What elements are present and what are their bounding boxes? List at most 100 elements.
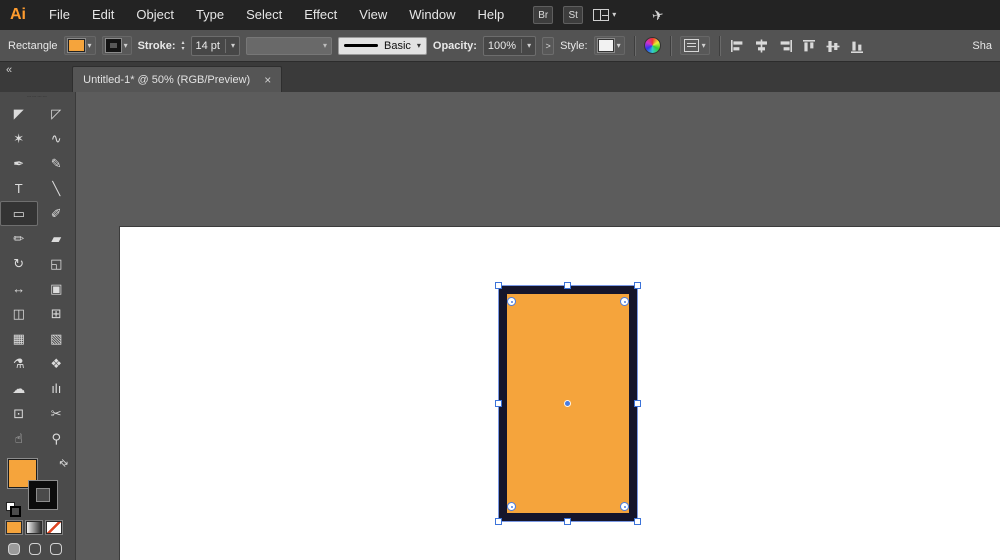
curvature-icon: ✎ bbox=[51, 157, 62, 170]
stroke-weight-select[interactable]: 14 pt ▾ bbox=[191, 36, 240, 56]
close-tab-icon[interactable]: × bbox=[264, 73, 271, 87]
hand-tool[interactable]: ☝ bbox=[0, 426, 38, 451]
handle-middle-left[interactable] bbox=[495, 400, 502, 407]
width-icon: ↔ bbox=[12, 282, 25, 295]
handle-bottom-center[interactable] bbox=[564, 518, 571, 525]
free-transform-tool[interactable]: ▣ bbox=[38, 276, 76, 301]
center-point[interactable] bbox=[565, 401, 570, 406]
lasso-tool[interactable]: ∿ bbox=[38, 126, 76, 151]
width-tool[interactable]: ↔ bbox=[0, 276, 38, 301]
stroke-weight-stepper[interactable]: ▴ ▾ bbox=[181, 40, 184, 52]
menu-item-window[interactable]: Window bbox=[398, 0, 466, 30]
align-center-vertical-button[interactable] bbox=[825, 37, 843, 55]
fill-color-dropdown[interactable]: ▾ bbox=[64, 36, 96, 55]
selected-rectangle[interactable] bbox=[499, 286, 637, 521]
handle-bottom-right[interactable] bbox=[634, 518, 641, 525]
canvas-area[interactable] bbox=[76, 92, 1000, 560]
corner-widget-top-left[interactable] bbox=[507, 297, 516, 306]
corner-widget-bottom-right[interactable] bbox=[620, 502, 629, 511]
slice-tool[interactable]: ✂ bbox=[38, 401, 76, 426]
gradient-tool[interactable]: ▧ bbox=[38, 326, 76, 351]
corner-widget-bottom-left[interactable] bbox=[507, 502, 516, 511]
document-setup-dropdown[interactable]: ▾ bbox=[680, 36, 710, 55]
lasso-icon: ∿ bbox=[51, 132, 62, 145]
menu-item-select[interactable]: Select bbox=[235, 0, 293, 30]
column-graph-tool[interactable]: ılı bbox=[38, 376, 76, 401]
app-logo: Ai bbox=[0, 6, 38, 24]
default-fill-stroke-icon[interactable] bbox=[6, 502, 19, 515]
eyedropper-tool[interactable]: ⚗ bbox=[0, 351, 38, 376]
shape-builder-tool[interactable]: ◫ bbox=[0, 301, 38, 326]
align-top-icon bbox=[802, 39, 817, 53]
workspace-switcher[interactable]: ▾ bbox=[593, 9, 616, 21]
line-segment-tool[interactable]: ╲ bbox=[38, 176, 76, 201]
handle-top-right[interactable] bbox=[634, 282, 641, 289]
handle-middle-right[interactable] bbox=[634, 400, 641, 407]
shape-label-truncated: Sha bbox=[972, 40, 992, 52]
curvature-tool[interactable]: ✎ bbox=[38, 151, 76, 176]
direct-selection-tool[interactable]: ◸ bbox=[38, 101, 76, 126]
mesh-tool[interactable]: ▦ bbox=[0, 326, 38, 351]
magic-wand-tool[interactable]: ✶ bbox=[0, 126, 38, 151]
rotate-tool[interactable]: ↻ bbox=[0, 251, 38, 276]
align-left-button[interactable] bbox=[729, 37, 747, 55]
menu-item-type[interactable]: Type bbox=[185, 0, 235, 30]
align-center-vertical-icon bbox=[826, 39, 841, 53]
paintbrush-tool[interactable]: ✐ bbox=[38, 201, 76, 226]
document-icon bbox=[684, 39, 699, 52]
field-divider bbox=[521, 39, 522, 53]
share-icon[interactable]: ✈ bbox=[651, 5, 666, 24]
artboard-icon: ⊡ bbox=[13, 407, 24, 420]
selection-tool[interactable]: ◤ bbox=[0, 101, 38, 126]
document-tab[interactable]: Untitled-1* @ 50% (RGB/Preview) × bbox=[72, 66, 282, 92]
blend-tool[interactable]: ❖ bbox=[38, 351, 76, 376]
gradient-mode-button[interactable] bbox=[26, 521, 42, 534]
menu-item-effect[interactable]: Effect bbox=[293, 0, 348, 30]
stroke-color-dropdown[interactable]: ▾ bbox=[102, 36, 132, 55]
type-tool[interactable]: T bbox=[0, 176, 38, 201]
opacity-select[interactable]: 100% ▾ bbox=[483, 36, 536, 56]
eraser-tool[interactable]: ▰ bbox=[38, 226, 76, 251]
align-bottom-button[interactable] bbox=[849, 37, 867, 55]
menu-item-edit[interactable]: Edit bbox=[81, 0, 125, 30]
zoom-tool[interactable]: ⚲ bbox=[38, 426, 76, 451]
screen-mode-fullscreen-menu-button[interactable] bbox=[29, 543, 41, 555]
handle-bottom-left[interactable] bbox=[495, 518, 502, 525]
menu-item-object[interactable]: Object bbox=[125, 0, 185, 30]
align-center-horizontal-button[interactable] bbox=[753, 37, 771, 55]
symbol-sprayer-tool[interactable]: ☁ bbox=[0, 376, 38, 401]
graphic-style-dropdown[interactable]: ▾ bbox=[594, 36, 625, 55]
handle-top-left[interactable] bbox=[495, 282, 502, 289]
corner-widget-top-right[interactable] bbox=[620, 297, 629, 306]
control-bar: Rectangle ▾ ▾ Stroke: ▴ ▾ 14 pt ▾ ▾ Basi… bbox=[0, 30, 1000, 62]
perspective-grid-tool[interactable]: ⊞ bbox=[38, 301, 76, 326]
align-top-button[interactable] bbox=[801, 37, 819, 55]
chevron-down-icon: ▾ bbox=[88, 42, 92, 50]
align-right-button[interactable] bbox=[777, 37, 795, 55]
screen-mode-normal-button[interactable] bbox=[8, 543, 20, 555]
menu-item-help[interactable]: Help bbox=[466, 0, 515, 30]
collapse-panels-button[interactable]: « bbox=[0, 62, 18, 78]
handle-top-center[interactable] bbox=[564, 282, 571, 289]
stock-button[interactable]: St bbox=[563, 6, 583, 24]
stroke-indicator[interactable] bbox=[29, 481, 57, 509]
tools-panel-grip[interactable]: ┄┄┄┄ bbox=[0, 92, 75, 101]
color-mode-button[interactable] bbox=[6, 521, 22, 534]
stepper-down-icon[interactable]: ▾ bbox=[181, 46, 184, 52]
screen-mode-fullscreen-button[interactable] bbox=[50, 543, 62, 555]
rectangle-tool[interactable]: ▭ bbox=[0, 201, 38, 226]
brush-definition-dropdown[interactable]: Basic ▾ bbox=[338, 37, 427, 55]
pencil-tool[interactable]: ✏ bbox=[0, 226, 38, 251]
stroke-weight-value: 14 pt bbox=[196, 40, 220, 52]
artboard-tool[interactable]: ⊡ bbox=[0, 401, 38, 426]
menu-item-file[interactable]: File bbox=[38, 0, 81, 30]
recolor-artwork-icon[interactable] bbox=[644, 37, 661, 54]
swap-fill-stroke-icon[interactable]: ⇄ bbox=[56, 457, 70, 471]
opacity-panel-button[interactable]: > bbox=[542, 37, 554, 55]
width-profile-dropdown[interactable]: ▾ bbox=[246, 37, 332, 55]
scale-tool[interactable]: ◱ bbox=[38, 251, 76, 276]
pen-tool[interactable]: ✒ bbox=[0, 151, 38, 176]
bridge-button[interactable]: Br bbox=[533, 6, 553, 24]
menu-item-view[interactable]: View bbox=[348, 0, 398, 30]
none-mode-button[interactable] bbox=[46, 521, 62, 534]
